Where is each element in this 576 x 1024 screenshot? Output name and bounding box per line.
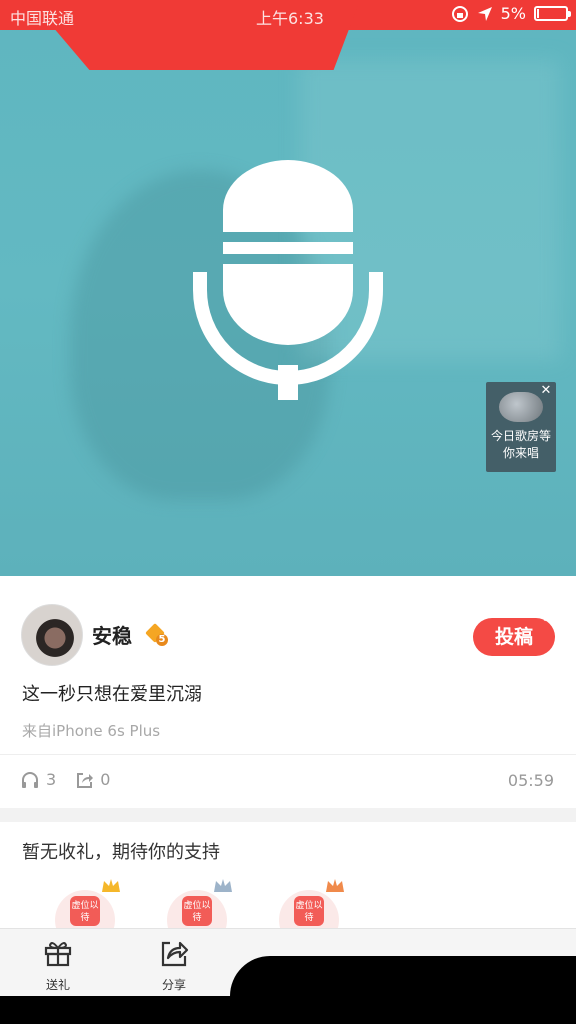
carrier-label: 中国联通 bbox=[10, 9, 75, 28]
share-icon bbox=[77, 772, 94, 788]
crown-icon bbox=[102, 879, 120, 892]
level-badge: 5 bbox=[145, 623, 168, 646]
status-bar: 中国联通 上午6:33 5% bbox=[0, 0, 576, 70]
karaoke-room-promo-card[interactable]: 今日歌房等你来唱 ✕ bbox=[486, 382, 556, 472]
divider bbox=[0, 754, 576, 755]
gift-button[interactable]: 送礼 bbox=[28, 937, 88, 993]
promo-thumbnail bbox=[499, 392, 543, 422]
headphones-icon bbox=[22, 771, 38, 788]
battery-fill bbox=[537, 9, 539, 18]
stats-row: 3 0 bbox=[20, 770, 110, 789]
gift-slot-label: 虚位以待 bbox=[294, 896, 324, 926]
listen-count: 3 bbox=[20, 770, 56, 789]
crown-icon bbox=[326, 879, 344, 892]
share-count-value: 0 bbox=[100, 770, 111, 789]
device-source: 来自iPhone 6s Plus bbox=[22, 722, 161, 740]
gift-slots: 虚位以待 虚位以待 虚位以待 bbox=[55, 879, 344, 950]
clock: 上午6:33 bbox=[256, 9, 324, 28]
share-count: 0 bbox=[76, 770, 110, 789]
battery-icon bbox=[534, 6, 571, 21]
username[interactable]: 安稳 bbox=[92, 620, 132, 649]
gift-slot-label: 虚位以待 bbox=[70, 896, 100, 926]
status-right-group: 5% bbox=[451, 4, 571, 23]
gift-icon bbox=[44, 942, 72, 967]
microphone-icon bbox=[193, 160, 383, 400]
gift-slot[interactable]: 虚位以待 bbox=[279, 879, 344, 950]
post-detail: 安稳 5 投稿 VIP 这一秒只想在爱里沉溺 来自iPhone 6s Plus … bbox=[0, 576, 576, 950]
cover-image: 今日歌房等你来唱 ✕ bbox=[0, 0, 576, 576]
close-icon[interactable]: ✕ bbox=[538, 383, 554, 399]
listen-count-value: 3 bbox=[46, 770, 57, 789]
promo-text: 今日歌房等你来唱 bbox=[490, 429, 551, 460]
level-number: 5 bbox=[156, 634, 168, 646]
location-arrow-icon bbox=[477, 6, 492, 21]
avatar[interactable] bbox=[21, 604, 83, 666]
share-button-label: 分享 bbox=[161, 978, 186, 992]
gift-slot[interactable]: 虚位以待 bbox=[167, 879, 232, 950]
share-icon bbox=[161, 941, 189, 967]
crown-icon bbox=[214, 879, 232, 892]
duration: 05:59 bbox=[507, 771, 554, 790]
gift-slot-label: 虚位以待 bbox=[182, 896, 212, 926]
battery-percent: 5% bbox=[500, 4, 526, 23]
rotation-lock-icon bbox=[451, 5, 468, 22]
gift-button-label: 送礼 bbox=[45, 978, 70, 992]
screen-bottom-edge bbox=[0, 996, 576, 1024]
section-separator bbox=[0, 808, 576, 822]
song-title: 这一秒只想在爱里沉溺 bbox=[22, 684, 202, 705]
gift-slot[interactable]: 虚位以待 bbox=[55, 879, 120, 950]
gift-empty-text: 暂无收礼，期待你的支持 bbox=[22, 842, 220, 863]
share-button[interactable]: 分享 bbox=[144, 937, 204, 993]
